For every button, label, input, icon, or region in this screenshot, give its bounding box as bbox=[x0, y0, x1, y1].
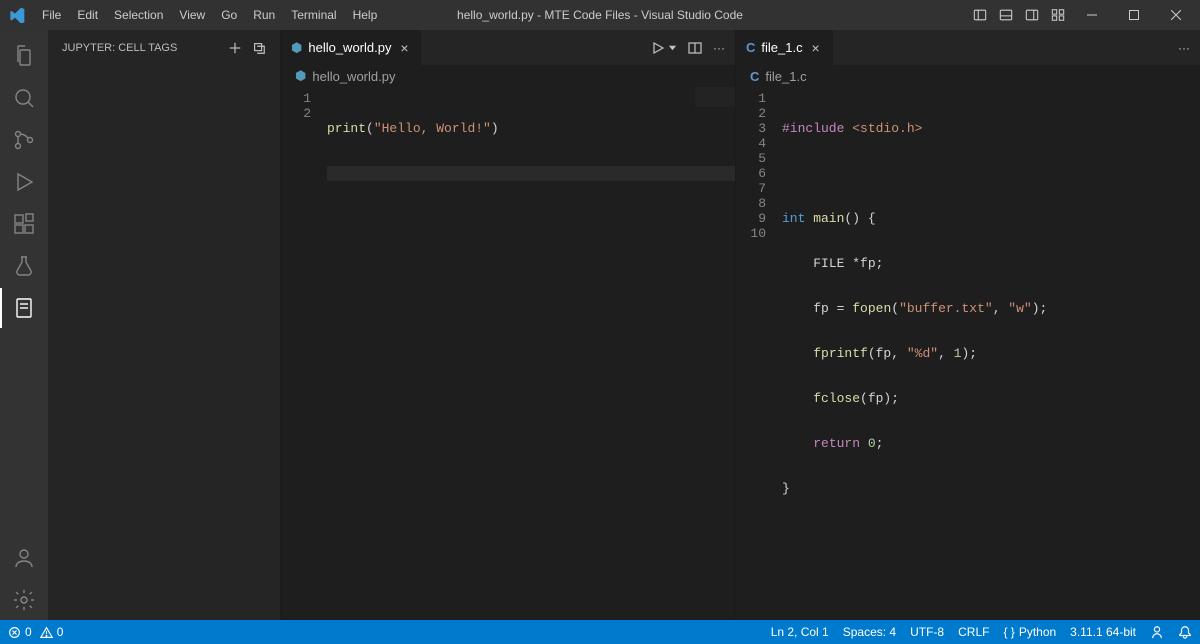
status-language[interactable]: { } Python bbox=[1003, 625, 1056, 639]
window-maximize-button[interactable] bbox=[1116, 0, 1152, 30]
gutter-left: 1 2 bbox=[281, 87, 323, 620]
menu-go[interactable]: Go bbox=[213, 0, 245, 30]
status-left: 0 0 bbox=[8, 625, 63, 639]
python-file-icon: ⬢ bbox=[295, 68, 306, 84]
accounts-icon[interactable] bbox=[0, 538, 48, 578]
workbench-body: JUPYTER: CELL TAGS ⬢ hello_world.py × bbox=[0, 30, 1200, 620]
toggle-primary-sidebar-icon[interactable] bbox=[970, 5, 990, 25]
add-icon[interactable] bbox=[228, 41, 242, 55]
warning-icon bbox=[40, 626, 53, 639]
error-icon bbox=[8, 626, 21, 639]
menu-help[interactable]: Help bbox=[345, 0, 386, 30]
status-interpreter[interactable]: 3.11.1 64-bit bbox=[1070, 625, 1136, 639]
menu-run[interactable]: Run bbox=[245, 0, 283, 30]
breadcrumb-label: hello_world.py bbox=[312, 69, 395, 84]
window-title: hello_world.py - MTE Code Files - Visual… bbox=[457, 8, 743, 22]
status-bell-icon[interactable] bbox=[1178, 625, 1192, 639]
menu-file[interactable]: File bbox=[34, 0, 69, 30]
tabs-row-left: ⬢ hello_world.py × ··· bbox=[281, 30, 735, 65]
gutter-right: 1 2 3 4 5 6 7 8 9 10 bbox=[736, 87, 778, 620]
tab-label: file_1.c bbox=[761, 40, 802, 55]
activity-bar bbox=[0, 30, 48, 620]
breadcrumb-right[interactable]: C file_1.c bbox=[736, 65, 1200, 87]
more-actions-icon[interactable]: ··· bbox=[1178, 41, 1190, 55]
menu-terminal[interactable]: Terminal bbox=[283, 0, 344, 30]
status-eol[interactable]: CRLF bbox=[958, 625, 989, 639]
run-play-icon[interactable] bbox=[650, 40, 666, 56]
title-bar-right bbox=[970, 0, 1194, 30]
code-content-right[interactable]: #include <stdio.h> int main() { FILE *fp… bbox=[778, 87, 1200, 620]
testing-icon[interactable] bbox=[0, 246, 48, 286]
toggle-panel-icon[interactable] bbox=[996, 5, 1016, 25]
menu-view[interactable]: View bbox=[171, 0, 213, 30]
sidebar-title: JUPYTER: CELL TAGS bbox=[62, 42, 177, 54]
customize-layout-icon[interactable] bbox=[1048, 5, 1068, 25]
tab-label: hello_world.py bbox=[308, 40, 391, 55]
search-icon[interactable] bbox=[0, 78, 48, 118]
menu-bar: File Edit Selection View Go Run Terminal… bbox=[34, 0, 385, 30]
status-warnings[interactable]: 0 bbox=[40, 625, 64, 639]
collapse-all-icon[interactable] bbox=[252, 41, 266, 55]
close-tab-icon[interactable]: × bbox=[809, 41, 823, 55]
sidebar-header: JUPYTER: CELL TAGS bbox=[48, 30, 280, 65]
menu-selection[interactable]: Selection bbox=[106, 0, 171, 30]
status-bar: 0 0 Ln 2, Col 1 Spaces: 4 UTF-8 CRLF { }… bbox=[0, 620, 1200, 644]
editor-actions-left: ··· bbox=[640, 30, 735, 65]
status-feedback-icon[interactable] bbox=[1150, 625, 1164, 639]
explorer-icon[interactable] bbox=[0, 36, 48, 76]
side-panel: JUPYTER: CELL TAGS bbox=[48, 30, 280, 620]
status-indent[interactable]: Spaces: 4 bbox=[843, 625, 896, 639]
close-tab-icon[interactable]: × bbox=[397, 41, 411, 55]
tabs-row-right: C file_1.c × ··· bbox=[736, 30, 1200, 65]
window-minimize-button[interactable] bbox=[1074, 0, 1110, 30]
split-editor-icon[interactable] bbox=[687, 40, 703, 56]
toggle-secondary-sidebar-icon[interactable] bbox=[1022, 5, 1042, 25]
code-editor-left[interactable]: 1 2 print("Hello, World!") bbox=[281, 87, 735, 620]
status-ln-col[interactable]: Ln 2, Col 1 bbox=[771, 625, 829, 639]
editor-area: ⬢ hello_world.py × ··· ⬢ hello_world.py … bbox=[280, 30, 1200, 620]
tab-hello-world-py[interactable]: ⬢ hello_world.py × bbox=[281, 30, 422, 65]
source-control-icon[interactable] bbox=[0, 120, 48, 160]
status-right: Ln 2, Col 1 Spaces: 4 UTF-8 CRLF { } Pyt… bbox=[771, 625, 1192, 639]
c-file-icon: C bbox=[750, 69, 759, 84]
run-debug-icon[interactable] bbox=[0, 162, 48, 202]
jupyter-icon[interactable] bbox=[0, 288, 48, 328]
minimap-left[interactable] bbox=[695, 87, 735, 107]
language-braces-icon: { } bbox=[1003, 625, 1014, 639]
window-close-button[interactable] bbox=[1158, 0, 1194, 30]
python-file-icon: ⬢ bbox=[291, 40, 302, 56]
extensions-icon[interactable] bbox=[0, 204, 48, 244]
editor-group-1: ⬢ hello_world.py × ··· ⬢ hello_world.py … bbox=[280, 30, 735, 620]
editor-group-2: C file_1.c × ··· C file_1.c 1 2 3 4 5 bbox=[735, 30, 1200, 620]
vscode-logo-icon bbox=[0, 7, 34, 23]
breadcrumb-label: file_1.c bbox=[765, 69, 806, 84]
settings-gear-icon[interactable] bbox=[0, 580, 48, 620]
run-dropdown-icon[interactable] bbox=[668, 43, 677, 52]
menu-edit[interactable]: Edit bbox=[69, 0, 106, 30]
breadcrumb-left[interactable]: ⬢ hello_world.py bbox=[281, 65, 735, 87]
code-editor-right[interactable]: 1 2 3 4 5 6 7 8 9 10 #include <stdio.h> … bbox=[736, 87, 1200, 620]
status-errors[interactable]: 0 bbox=[8, 625, 32, 639]
status-encoding[interactable]: UTF-8 bbox=[910, 625, 944, 639]
editor-actions-right: ··· bbox=[1168, 30, 1200, 65]
tab-file-1-c[interactable]: C file_1.c × bbox=[736, 30, 834, 65]
code-content-left[interactable]: print("Hello, World!") bbox=[323, 87, 735, 620]
title-bar: File Edit Selection View Go Run Terminal… bbox=[0, 0, 1200, 30]
more-actions-icon[interactable]: ··· bbox=[713, 41, 725, 55]
c-file-icon: C bbox=[746, 40, 755, 55]
